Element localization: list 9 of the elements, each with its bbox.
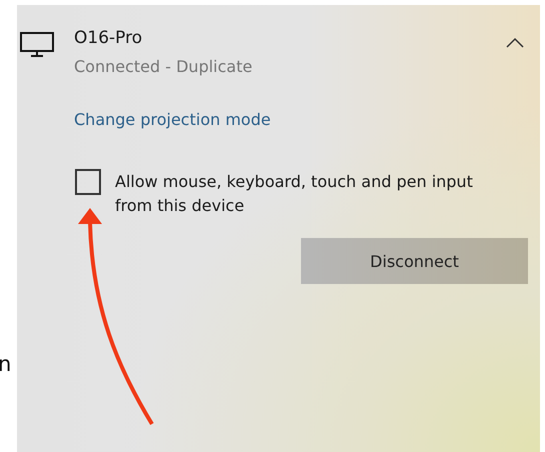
disconnect-button[interactable]: Disconnect <box>301 238 528 284</box>
projection-mode-link[interactable]: Change projection mode <box>74 110 271 129</box>
chevron-up-icon[interactable] <box>506 37 524 49</box>
side-text: n <box>0 352 12 376</box>
device-name: O16-Pro <box>74 27 144 49</box>
input-checkbox[interactable] <box>75 169 101 195</box>
monitor-icon <box>20 32 54 58</box>
checkbox-label: Allow mouse, keyboard, touch and pen input from this device <box>115 171 474 217</box>
connection-status: Connected - Duplicate <box>74 56 254 78</box>
